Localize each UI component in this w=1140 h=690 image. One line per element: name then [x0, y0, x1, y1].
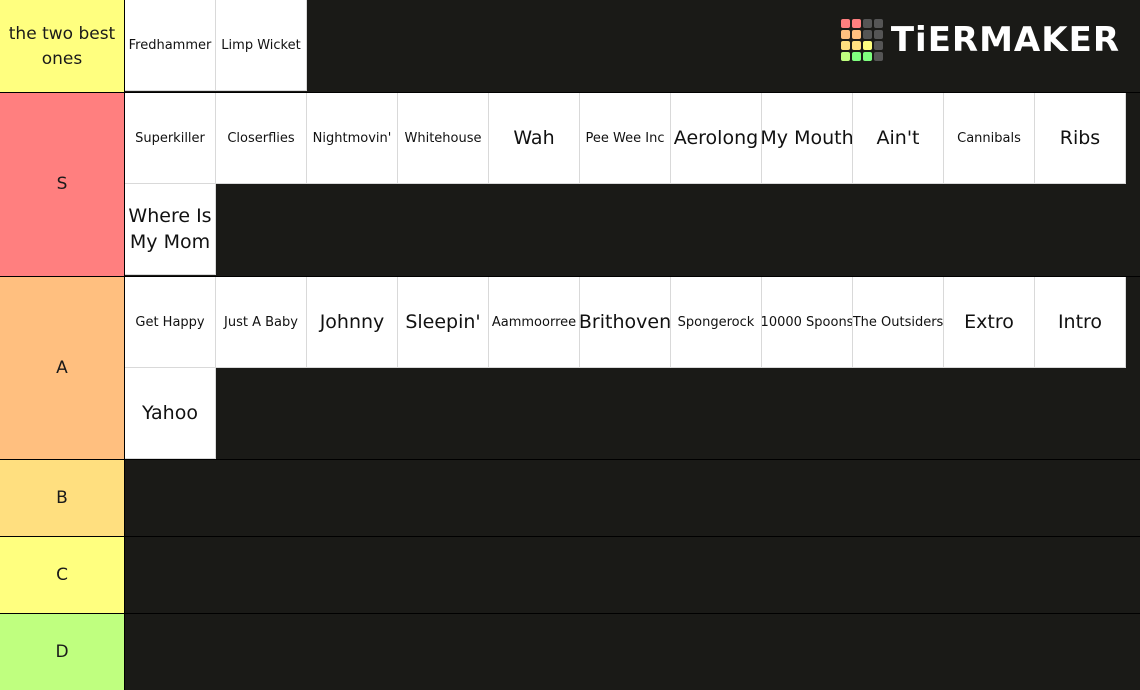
tier-item[interactable]: Closerflies [216, 93, 307, 184]
tiermaker-grid-icon [840, 19, 883, 61]
tier-row-c: C [0, 536, 1140, 614]
tier-item[interactable]: Brithoven [580, 277, 671, 368]
logo-grid-square [873, 41, 883, 50]
tier-item[interactable]: Get Happy [125, 277, 216, 368]
tier-label-d[interactable]: D [0, 614, 125, 690]
tier-items-a[interactable]: Get Happy Just A Baby Johnny Sleepin' Aa… [125, 277, 1140, 460]
logo-grid-square [873, 19, 883, 28]
tier-row-d: D [0, 613, 1140, 690]
tiermaker-logo: TiERMAKER [840, 18, 1120, 62]
tier-item[interactable]: Pee Wee Inc [580, 93, 671, 184]
tier-item[interactable]: Intro [1035, 277, 1126, 368]
tier-label-b[interactable]: B [0, 460, 125, 537]
tier-item[interactable]: 10000 Spoons [762, 277, 853, 368]
logo-grid-square [862, 30, 872, 39]
logo-grid-square [851, 41, 861, 50]
tiermaker-wordmark: TiERMAKER [890, 20, 1120, 60]
tier-item[interactable]: Yahoo [125, 368, 216, 459]
tier-item[interactable]: Fredhammer [125, 0, 216, 91]
logo-grid-square [840, 41, 850, 50]
tier-item[interactable]: Spongerock [671, 277, 762, 368]
tier-item[interactable]: Johnny [307, 277, 398, 368]
tier-item[interactable]: Sleepin' [398, 277, 489, 368]
tier-items-s[interactable]: Superkiller Closerflies Nightmovin' Whit… [125, 93, 1140, 276]
logo-grid-square [840, 30, 850, 39]
tier-item[interactable]: The Outsiders [853, 277, 944, 368]
logo-grid-square [840, 52, 850, 61]
logo-grid-square [873, 30, 883, 39]
tier-row-s: S Superkiller Closerflies Nightmovin' Wh… [0, 92, 1140, 276]
tier-label-a[interactable]: A [0, 277, 125, 460]
tier-board: the two best ones Fredhammer Limp Wicket… [0, 0, 1140, 690]
logo-grid-square [862, 52, 872, 61]
logo-grid-square [840, 19, 850, 28]
tier-item[interactable]: Limp Wicket [216, 0, 307, 91]
logo-grid-square [851, 52, 861, 61]
tier-item[interactable]: Nightmovin' [307, 93, 398, 184]
tier-item[interactable]: Ribs [1035, 93, 1126, 184]
tier-item[interactable]: Extro [944, 277, 1035, 368]
tier-item[interactable]: Where Is My Mom [125, 184, 216, 275]
logo-grid-square [862, 19, 872, 28]
tier-label-c[interactable]: C [0, 537, 125, 614]
logo-grid-square [862, 41, 872, 50]
tier-items-d[interactable] [125, 614, 1140, 690]
tier-items-c[interactable] [125, 537, 1140, 614]
tier-items-b[interactable] [125, 460, 1140, 537]
tier-label-best[interactable]: the two best ones [0, 0, 125, 93]
tier-item[interactable]: Superkiller [125, 93, 216, 184]
tier-item[interactable]: Just A Baby [216, 277, 307, 368]
tier-item[interactable]: Cannibals [944, 93, 1035, 184]
tier-item[interactable]: Aammoorree [489, 277, 580, 368]
tier-row-a: A Get Happy Just A Baby Johnny Sleepin' … [0, 276, 1140, 460]
tier-row-b: B [0, 459, 1140, 537]
tier-item[interactable]: Wah [489, 93, 580, 184]
tier-item[interactable]: My Mouth [762, 93, 853, 184]
logo-grid-square [851, 30, 861, 39]
logo-grid-square [873, 52, 883, 61]
logo-grid-square [851, 19, 861, 28]
tier-item[interactable]: Ain't [853, 93, 944, 184]
tier-item[interactable]: Aerolong [671, 93, 762, 184]
tier-item[interactable]: Whitehouse [398, 93, 489, 184]
tier-label-s[interactable]: S [0, 93, 125, 276]
